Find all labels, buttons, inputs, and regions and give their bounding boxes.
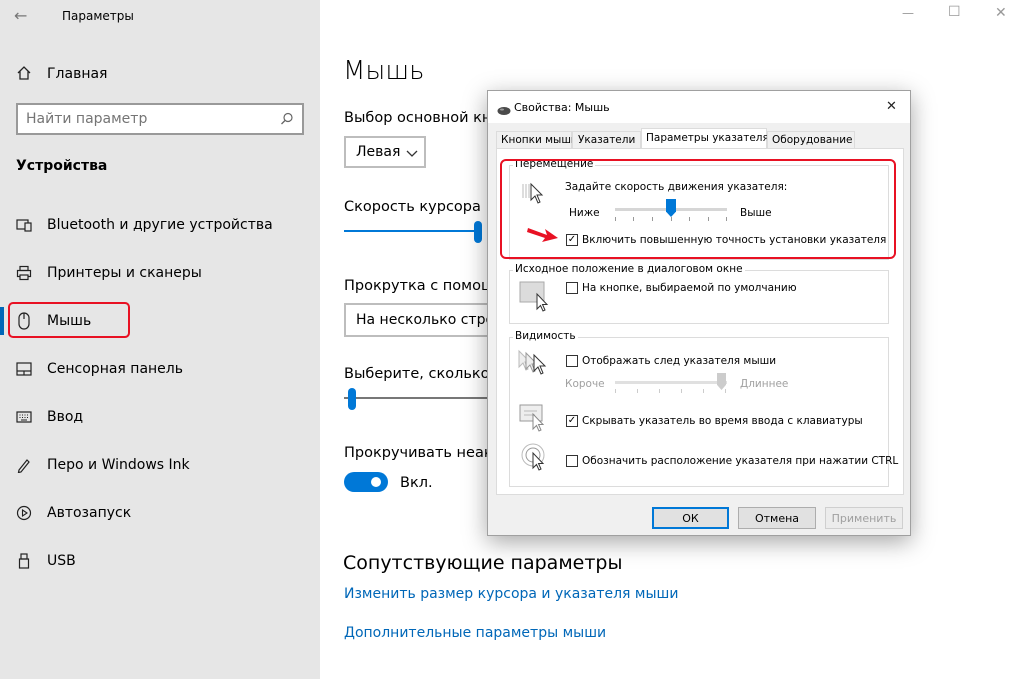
sidebar-item-usb[interactable]: USB	[47, 553, 76, 569]
snap-label: На кнопке, выбираемой по умолчанию	[582, 282, 797, 294]
pointer-trails-icon	[517, 349, 553, 381]
ctrl-locate-icon	[521, 443, 553, 479]
close-button[interactable]: ✕	[995, 5, 1007, 21]
keyboard-icon	[15, 408, 33, 426]
tick	[681, 389, 682, 393]
tick	[637, 389, 638, 393]
lines-slider[interactable]	[344, 388, 488, 410]
visibility-group-title: Видимость	[513, 330, 578, 342]
mouse-properties-dialog: Свойства: Мышь ✕ Кнопки мыши Указатели П…	[487, 90, 911, 536]
ok-button[interactable]: ОК	[652, 507, 729, 529]
tab-hardware-label: Оборудование	[772, 134, 853, 146]
bluetooth-devices-icon	[15, 216, 33, 234]
mouse-icon	[15, 312, 33, 330]
sidebar-item-touchpad[interactable]: Сенсорная панель	[47, 361, 183, 377]
additional-mouse-options-link[interactable]: Дополнительные параметры мыши	[344, 625, 606, 641]
highlight-box-precision	[500, 159, 896, 259]
toggle-knob	[371, 477, 381, 487]
cancel-button[interactable]: Отмена	[738, 507, 816, 529]
tick	[659, 389, 660, 393]
ctrl-locate-label: Обозначить расположение указателя при на…	[582, 455, 899, 467]
pen-icon	[15, 456, 33, 474]
hide-while-typing-checkbox[interactable]: ✓	[566, 415, 578, 427]
scroll-dropdown[interactable]: На несколько строк	[344, 303, 502, 337]
tab-pointers[interactable]: Указатели	[572, 131, 641, 148]
window-title: Параметры	[62, 9, 134, 23]
dialog-title: Свойства: Мышь	[514, 101, 610, 114]
scroll-value: На несколько строк	[356, 312, 503, 328]
inactive-scroll-toggle[interactable]	[344, 472, 388, 492]
sidebar-home[interactable]: Главная	[47, 66, 107, 82]
sidebar-item-pen[interactable]: Перо и Windows Ink	[47, 457, 190, 473]
trails-thumb	[717, 373, 726, 390]
cursor-size-link[interactable]: Изменить размер курсора и указателя мыши	[344, 586, 678, 602]
lines-thumb[interactable]	[348, 388, 356, 410]
selected-indicator	[0, 307, 4, 335]
tab-buttons[interactable]: Кнопки мыши	[496, 131, 578, 148]
tab-pointers-label: Указатели	[578, 134, 636, 146]
cursor-speed-slider[interactable]	[344, 221, 488, 243]
apply-button[interactable]: Применить	[825, 507, 903, 529]
tick	[615, 389, 616, 393]
sidebar-item-bluetooth[interactable]: Bluetooth и другие устройства	[47, 217, 273, 233]
ctrl-locate-checkbox[interactable]	[566, 455, 578, 467]
hide-pointer-icon	[519, 403, 551, 437]
related-title: Сопутствующие параметры	[343, 552, 623, 574]
snap-group	[509, 270, 889, 324]
snap-to-icon	[519, 280, 551, 316]
trails-track	[615, 381, 727, 384]
tick	[725, 389, 726, 393]
tab-buttons-label: Кнопки мыши	[501, 134, 578, 146]
printer-icon	[15, 264, 33, 282]
trails-label: Отображать след указателя мыши	[582, 355, 777, 367]
sidebar-item-input[interactable]: Ввод	[47, 409, 83, 425]
cursor-speed-label: Скорость курсора	[344, 199, 481, 215]
tab-pointer-options[interactable]: Параметры указателя	[641, 128, 769, 149]
search-input[interactable]	[26, 110, 266, 128]
primary-button-value: Левая	[356, 144, 401, 160]
search-icon	[280, 111, 294, 125]
sidebar-item-autoplay[interactable]: Автозапуск	[47, 505, 131, 521]
cursor-speed-fill	[344, 230, 474, 232]
primary-button-label: Выбор основной кноп	[344, 110, 510, 126]
minimize-button[interactable]: —	[902, 6, 914, 20]
home-icon	[15, 64, 33, 82]
chevron-down-icon	[406, 144, 418, 163]
tab-hardware[interactable]: Оборудование	[767, 131, 855, 148]
tab-pointer-options-label: Параметры указателя	[646, 132, 769, 144]
trails-length-slider	[615, 371, 729, 395]
page-title: Мышь	[343, 56, 425, 86]
mouse-device-icon	[497, 101, 511, 120]
section-title: Устройства	[16, 158, 108, 174]
tick	[703, 389, 704, 393]
lines-track	[344, 397, 488, 399]
trails-short-label: Короче	[565, 378, 605, 390]
trails-checkbox[interactable]	[566, 355, 578, 367]
search-box[interactable]	[16, 103, 304, 135]
snap-group-title: Исходное положение в диалоговом окне	[513, 263, 745, 275]
hide-while-typing-label: Скрывать указатель во время ввода с клав…	[582, 415, 863, 427]
primary-button-dropdown[interactable]: Левая	[344, 136, 426, 168]
cursor-speed-thumb[interactable]	[474, 221, 482, 243]
sidebar-item-printers[interactable]: Принтеры и сканеры	[47, 265, 202, 281]
maximize-button[interactable]: ☐	[948, 4, 961, 20]
usb-icon	[15, 552, 33, 570]
autoplay-icon	[15, 504, 33, 522]
sidebar: ← Параметры Главная Устройства Bluetooth…	[0, 0, 320, 679]
trails-long-label: Длиннее	[740, 378, 789, 390]
inactive-scroll-state: Вкл.	[400, 475, 433, 491]
sidebar-item-mouse[interactable]: Мышь	[47, 313, 91, 329]
back-arrow-icon[interactable]: ←	[14, 6, 34, 26]
inactive-scroll-label: Прокручивать неакти	[344, 445, 511, 461]
dialog-close-button[interactable]: ✕	[886, 99, 897, 114]
touchpad-icon	[15, 360, 33, 378]
snap-checkbox[interactable]	[566, 282, 578, 294]
